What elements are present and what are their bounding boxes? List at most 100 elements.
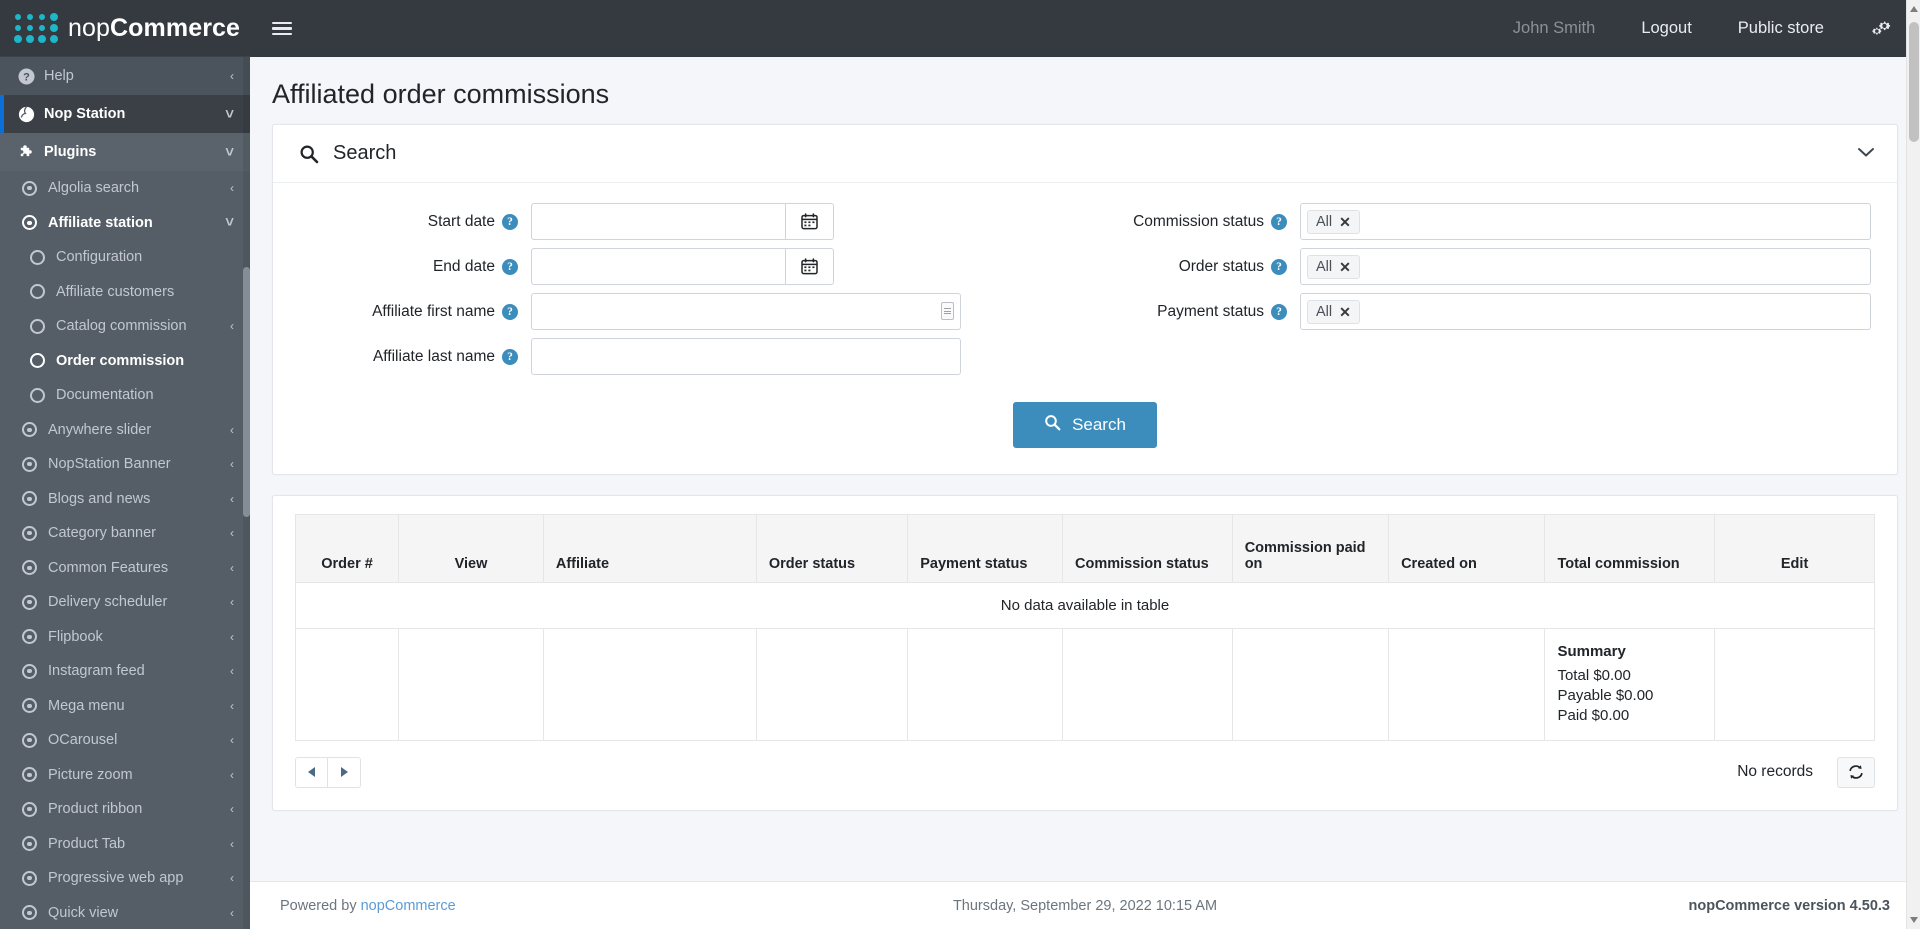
chevron-down-icon[interactable]: ˅ xyxy=(225,144,234,161)
help-icon[interactable]: ? xyxy=(1271,303,1287,320)
help-icon[interactable]: ? xyxy=(1271,258,1287,275)
sidebar-item-category-banner[interactable]: Category banner ‹ xyxy=(0,516,250,551)
sidebar-item-instagram-feed[interactable]: Instagram feed ‹ xyxy=(0,654,250,689)
sidebar-item-anywhere-slider[interactable]: Anywhere slider ‹ xyxy=(0,412,250,447)
gears-icon[interactable] xyxy=(1870,19,1892,39)
col-commission-paid-on[interactable]: Commission paid on xyxy=(1231,514,1390,583)
chevron-down-icon[interactable] xyxy=(1857,145,1875,163)
commission-status-multiselect[interactable]: All ✕ xyxy=(1300,203,1871,240)
order-status-multiselect[interactable]: All ✕ xyxy=(1300,248,1871,285)
calendar-icon[interactable] xyxy=(785,248,834,285)
col-affiliate[interactable]: Affiliate xyxy=(542,514,757,583)
sidebar-item-blogs-and-news[interactable]: Blogs and news ‹ xyxy=(0,481,250,516)
chevron-left-icon[interactable]: ‹ xyxy=(230,561,234,575)
sidebar-item-nopstation-banner[interactable]: NopStation Banner ‹ xyxy=(0,447,250,482)
sidebar-item-quick-view[interactable]: Quick view ‹ xyxy=(0,895,250,929)
sidebar-scrollbar[interactable] xyxy=(243,57,250,929)
triangle-left-icon[interactable] xyxy=(295,756,328,788)
help-icon[interactable]: ? xyxy=(502,303,518,320)
help-icon[interactable]: ? xyxy=(502,258,518,275)
chevron-left-icon[interactable]: ‹ xyxy=(230,871,234,885)
sidebar-item-help[interactable]: ? Help ‹ xyxy=(0,57,250,95)
refresh-icon[interactable] xyxy=(1837,756,1875,788)
chevron-left-icon[interactable]: ‹ xyxy=(230,457,234,471)
chevron-left-icon[interactable]: ‹ xyxy=(230,837,234,851)
start-date-input[interactable] xyxy=(531,203,786,240)
affiliate-last-name-input[interactable] xyxy=(531,338,961,375)
col-total-commission[interactable]: Total commission xyxy=(1544,514,1716,583)
scroll-down-arrow-icon[interactable] xyxy=(1910,917,1918,923)
help-icon[interactable]: ? xyxy=(502,348,518,365)
close-icon[interactable]: ✕ xyxy=(1339,260,1351,274)
sidebar-item-delivery-scheduler[interactable]: Delivery scheduler ‹ xyxy=(0,585,250,620)
chevron-left-icon[interactable]: ‹ xyxy=(230,595,234,609)
logout-link[interactable]: Logout xyxy=(1641,19,1691,38)
col-order-status[interactable]: Order status xyxy=(755,514,909,583)
page-scrollbar[interactable] xyxy=(1906,0,1920,929)
sidebar-item-product-ribbon[interactable]: Product ribbon ‹ xyxy=(0,792,250,827)
calendar-icon[interactable] xyxy=(785,203,834,240)
col-order-number[interactable]: Order # xyxy=(294,514,400,583)
chevron-left-icon[interactable]: ‹ xyxy=(230,768,234,782)
close-icon[interactable]: ✕ xyxy=(1339,215,1351,229)
sidebar-item-common-features[interactable]: Common Features ‹ xyxy=(0,550,250,585)
help-icon[interactable]: ? xyxy=(1271,213,1287,230)
sidebar-item-configuration[interactable]: Configuration xyxy=(0,240,250,275)
help-icon[interactable]: ? xyxy=(502,213,518,230)
col-edit[interactable]: Edit xyxy=(1714,514,1875,583)
col-payment-status[interactable]: Payment status xyxy=(907,514,1063,583)
chevron-left-icon[interactable]: ‹ xyxy=(230,526,234,540)
col-created-on[interactable]: Created on xyxy=(1388,514,1546,583)
payment-status-multiselect[interactable]: All ✕ xyxy=(1300,293,1871,330)
search-panel-header[interactable]: Search xyxy=(273,125,1897,183)
sidebar-item-algolia-search[interactable]: Algolia search ‹ xyxy=(0,171,250,206)
end-date-input[interactable] xyxy=(531,248,786,285)
nopcommerce-link[interactable]: nopCommerce xyxy=(361,898,456,914)
sidebar-scrollbar-thumb[interactable] xyxy=(243,267,250,517)
summary-cell-blank xyxy=(1714,628,1875,741)
search-button[interactable]: Search xyxy=(1013,402,1157,448)
field-payment-status: Payment status ? All ✕ xyxy=(1115,293,1871,330)
public-store-link[interactable]: Public store xyxy=(1738,19,1824,38)
sidebar-item-product-tab[interactable]: Product Tab ‹ xyxy=(0,826,250,861)
sidebar-item-mega-menu[interactable]: Mega menu ‹ xyxy=(0,688,250,723)
col-view[interactable]: View xyxy=(398,514,544,583)
sidebar-item-flipbook[interactable]: Flipbook ‹ xyxy=(0,619,250,654)
chevron-left-icon[interactable]: ‹ xyxy=(230,664,234,678)
chevron-left-icon[interactable]: ‹ xyxy=(230,699,234,713)
sidebar-item-ocarousel[interactable]: OCarousel ‹ xyxy=(0,723,250,758)
summary-cell-blank xyxy=(1061,628,1233,741)
chevron-left-icon[interactable]: ‹ xyxy=(230,492,234,506)
sidebar-item-affiliate-customers[interactable]: Affiliate customers xyxy=(0,274,250,309)
text-resize-icon[interactable] xyxy=(941,302,954,320)
sidebar-item-plugins[interactable]: Plugins ˅ xyxy=(0,133,250,171)
sidebar-item-label: Quick view xyxy=(48,904,119,921)
col-commission-status[interactable]: Commission status xyxy=(1061,514,1233,583)
chevron-left-icon[interactable]: ‹ xyxy=(230,906,234,920)
chevron-left-icon[interactable]: ‹ xyxy=(230,733,234,747)
chevron-left-icon[interactable]: ‹ xyxy=(230,630,234,644)
chevron-left-icon[interactable]: ‹ xyxy=(230,319,234,333)
search-panel: Search Start date ? End date ? Affiliate… xyxy=(272,124,1898,475)
chevron-down-icon[interactable]: ˅ xyxy=(225,214,234,231)
page-scrollbar-thumb[interactable] xyxy=(1909,22,1919,142)
sidebar-item-affiliate-station[interactable]: Affiliate station ˅ xyxy=(0,205,250,240)
chevron-left-icon[interactable]: ‹ xyxy=(230,69,234,83)
svg-text:?: ? xyxy=(23,71,30,83)
close-icon[interactable]: ✕ xyxy=(1339,305,1351,319)
triangle-right-icon[interactable] xyxy=(328,756,361,788)
chevron-left-icon[interactable]: ‹ xyxy=(230,181,234,195)
scroll-up-arrow-icon[interactable] xyxy=(1910,6,1918,12)
chevron-left-icon[interactable]: ‹ xyxy=(230,423,234,437)
sidebar-item-catalog-commission[interactable]: Catalog commission ‹ xyxy=(0,309,250,344)
sidebar-item-progressive-web-app[interactable]: Progressive web app ‹ xyxy=(0,861,250,896)
brand-logo-area[interactable]: nopCommerce xyxy=(0,0,250,57)
affiliate-first-name-input[interactable] xyxy=(531,293,961,330)
sidebar-item-documentation[interactable]: Documentation xyxy=(0,378,250,413)
sidebar-item-picture-zoom[interactable]: Picture zoom ‹ xyxy=(0,757,250,792)
chevron-left-icon[interactable]: ‹ xyxy=(230,802,234,816)
hamburger-icon[interactable] xyxy=(272,18,292,39)
sidebar-item-nop-station[interactable]: Nop Station ˅ xyxy=(0,95,250,133)
sidebar-item-order-commission[interactable]: Order commission xyxy=(0,343,250,378)
chevron-down-icon[interactable]: ˅ xyxy=(225,106,234,123)
